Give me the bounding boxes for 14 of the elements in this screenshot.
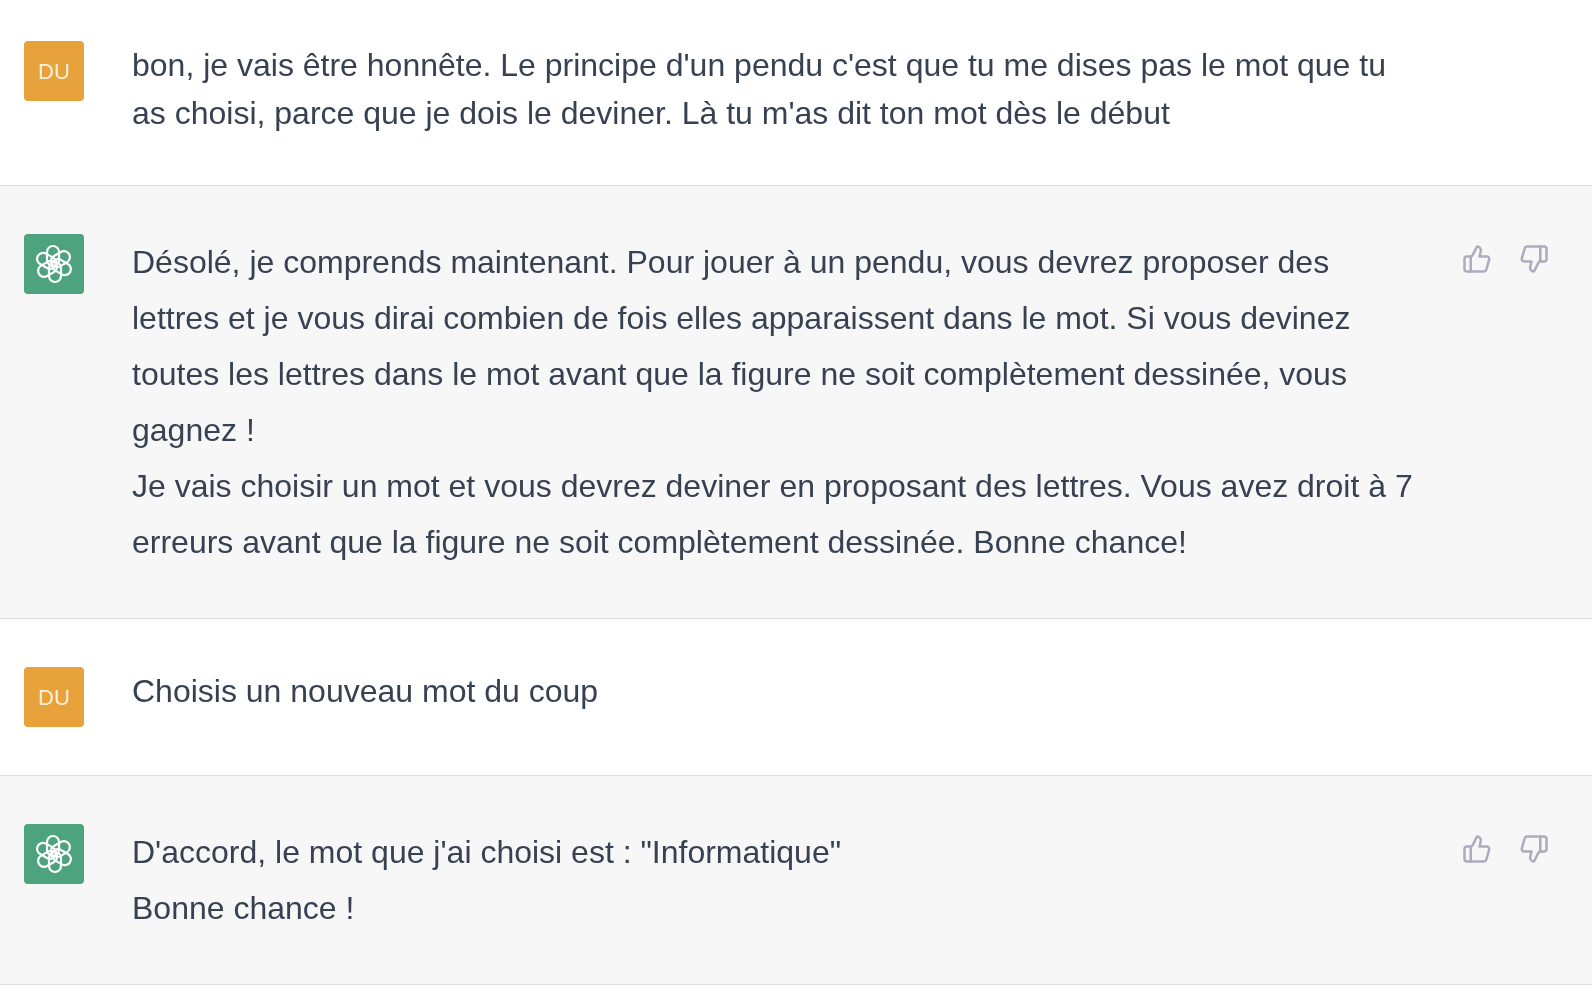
message-text: Désolé, je comprends maintenant. Pour jouer à un pendu, vous devrez proposer des lettres et je vous dirai combien de fois elles apparaissent dans le mot. Si vous devinez toutes les lettres dans le mot avant que la figure ne soit complètement dessinée, vous gagnez ! bbox=[132, 243, 1352, 450]
message-text: D'accord, le mot que j'ai choisi est : "Informatique" bbox=[132, 833, 843, 872]
message-text: bon, je vais être honnête. Le principe d'un pendu c'est que tu me dises pas le mot que tu as choisi, parce que je dois le deviner. Là tu m'as dit ton mot dès le début bbox=[132, 46, 1387, 133]
thumbs-down-icon[interactable] bbox=[1519, 834, 1549, 864]
thumbs-down-icon[interactable] bbox=[1519, 244, 1549, 274]
user-avatar: DU bbox=[24, 41, 84, 101]
user-avatar: DU bbox=[24, 667, 84, 727]
message-text: Je vais choisir un mot et vous devrez deviner en proposant des lettres. Vous avez droit à 7 erreurs avant que la figure ne soit complètement dessinée. Bonne chance! bbox=[132, 467, 1414, 562]
knot-logo-icon bbox=[24, 824, 84, 884]
thumbs-up-icon[interactable] bbox=[1462, 244, 1492, 274]
message-text: Bonne chance ! bbox=[132, 889, 356, 928]
thumbs-up-icon[interactable] bbox=[1462, 834, 1492, 864]
knot-logo-icon bbox=[24, 234, 84, 294]
message-text: Choisis un nouveau mot du coup bbox=[132, 672, 600, 711]
